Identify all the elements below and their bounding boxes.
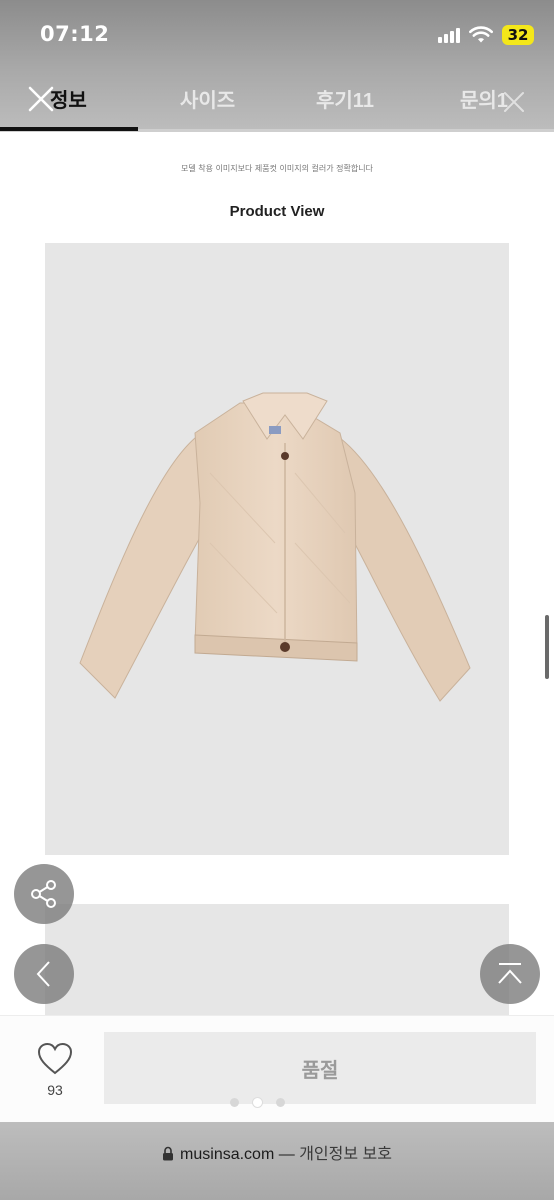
like-button[interactable]: 93 [24, 1040, 86, 1102]
product-tabs: 정보 사이즈 후기11 문의1 [0, 78, 554, 118]
jacket-image [79, 392, 471, 702]
section-title: Product View [229, 203, 325, 220]
wifi-icon [469, 26, 493, 43]
url-separator: — [278, 1146, 295, 1163]
scroll-top-button[interactable] [480, 944, 540, 1004]
status-icons: 32 [438, 24, 534, 46]
privacy-label: 개인정보 보호 [299, 1146, 392, 1163]
share-icon [31, 880, 56, 908]
product-image-next[interactable] [45, 904, 509, 1024]
heart-icon [37, 1042, 73, 1075]
page-dot-active[interactable] [253, 1098, 262, 1107]
share-button[interactable] [14, 864, 74, 924]
soldout-button[interactable]: 품절 [104, 1032, 536, 1104]
url-line: musinsa.com — 개인정보 보호 [0, 1140, 554, 1164]
url-domain: musinsa.com [180, 1146, 275, 1163]
color-notice-caption: 모델 착용 이미지보다 제품컷 이미지의 컬러가 정확합니다 [181, 164, 373, 173]
page-dot[interactable] [276, 1098, 285, 1107]
page-dot[interactable] [230, 1098, 239, 1107]
close-icon[interactable] [502, 90, 526, 114]
product-image[interactable] [45, 243, 509, 855]
signal-icon [438, 27, 460, 43]
battery-icon: 32 [502, 25, 534, 45]
tab-review[interactable]: 후기11 [316, 84, 374, 113]
previous-button[interactable] [14, 944, 74, 1004]
page-dots [230, 1098, 285, 1107]
active-tab-indicator [0, 127, 138, 131]
tab-size[interactable]: 사이즈 [180, 84, 235, 113]
browser-address-bar[interactable]: musinsa.com — 개인정보 보호 [0, 1122, 554, 1200]
close-icon[interactable] [26, 84, 56, 114]
top-header: 07:12 32 정보 사이즈 후기11 문의1 [0, 0, 554, 132]
scroll-indicator[interactable] [545, 615, 549, 679]
tab-qna[interactable]: 문의1 [460, 84, 508, 113]
like-count: 93 [47, 1082, 63, 1098]
chevron-left-icon [36, 961, 50, 987]
status-time: 07:12 [40, 22, 110, 46]
lock-icon [163, 1146, 174, 1161]
status-bar: 07:12 32 [0, 18, 554, 52]
scroll-top-icon [498, 963, 522, 984]
